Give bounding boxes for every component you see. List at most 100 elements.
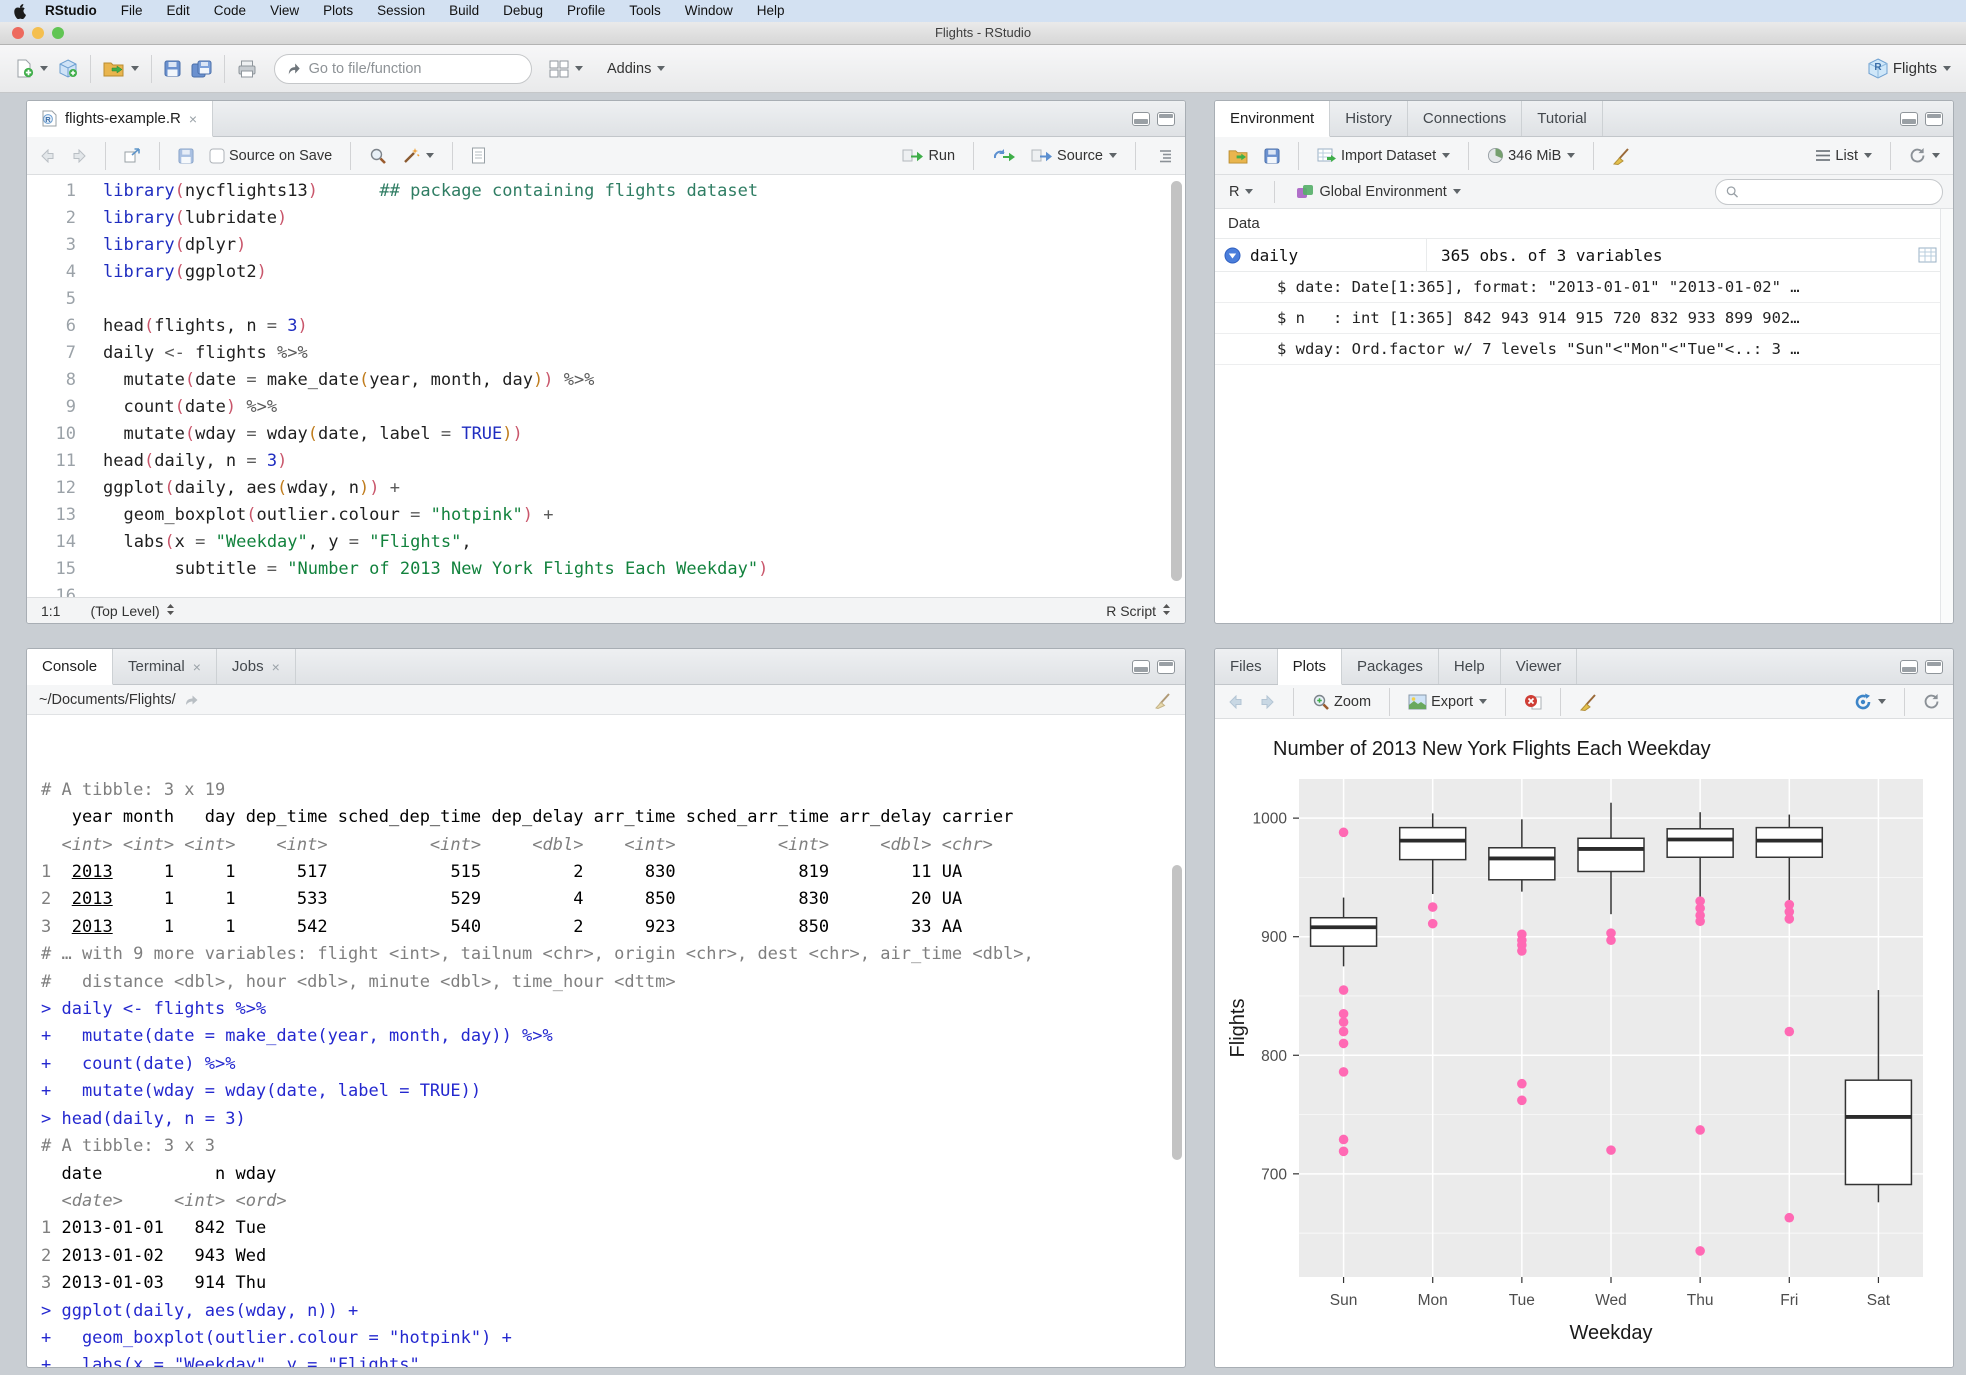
console-output[interactable]: # A tibble: 3 x 19 year month day dep_ti… — [27, 715, 1185, 1367]
menu-help[interactable]: Help — [745, 0, 797, 22]
forward-button[interactable] — [67, 146, 91, 166]
close-icon[interactable]: × — [193, 659, 201, 675]
menu-edit[interactable]: Edit — [155, 0, 202, 22]
menu-session[interactable]: Session — [365, 0, 437, 22]
code-line[interactable]: head(daily, n = 3) — [103, 448, 1185, 475]
environment-search-input[interactable] — [1744, 184, 1932, 199]
document-outline-button[interactable] — [1150, 146, 1176, 166]
load-workspace-button[interactable] — [1224, 145, 1253, 167]
close-icon[interactable]: × — [272, 659, 280, 675]
addins-button[interactable]: Addins — [602, 56, 670, 82]
env-field-row[interactable]: $ wday: Ord.factor w/ 7 levels "Sun"<"Mo… — [1215, 334, 1953, 365]
code-editor[interactable]: 1 2 3 4 5 6 7 8 9 10 11 12 13 14 15 16 library(nycfligh… — [27, 175, 1185, 597]
new-file-button[interactable] — [10, 54, 53, 83]
tab-history[interactable]: History — [1330, 101, 1408, 136]
code-line[interactable]: head(flights, n = 3) — [103, 313, 1185, 340]
find-replace-button[interactable] — [365, 144, 391, 168]
memory-usage-button[interactable]: 346 MiB — [1483, 144, 1579, 167]
env-field-row[interactable]: $ date: Date[1:365], format: "2013-01-01… — [1215, 272, 1953, 303]
code-line[interactable]: library(ggplot2) — [103, 259, 1185, 286]
menu-window[interactable]: Window — [673, 0, 745, 22]
open-in-new-window-button[interactable] — [120, 145, 145, 166]
menu-tools[interactable]: Tools — [617, 0, 673, 22]
run-button[interactable]: Run — [898, 145, 959, 167]
minimize-pane-icon[interactable] — [1900, 659, 1918, 674]
apple-icon[interactable] — [14, 3, 27, 19]
panes-layout-button[interactable] — [544, 55, 588, 83]
code-line[interactable]: geom_boxplot(outlier.colour = "hotpink")… — [103, 502, 1185, 529]
tab-tutorial[interactable]: Tutorial — [1522, 101, 1603, 136]
code-line[interactable] — [103, 286, 1185, 313]
code-line[interactable]: daily <- flights %>% — [103, 340, 1185, 367]
code-line[interactable]: mutate(date = make_date(year, month, day… — [103, 367, 1185, 394]
code-tools-button[interactable] — [398, 144, 438, 168]
console-scrollbar[interactable] — [1172, 865, 1182, 1160]
code-line[interactable]: library(nycflights13) ## package contain… — [103, 178, 1185, 205]
env-field-row[interactable]: $ n : int [1:365] 842 943 914 915 720 83… — [1215, 303, 1953, 334]
menu-debug[interactable]: Debug — [491, 0, 555, 22]
code-line[interactable]: count(date) %>% — [103, 394, 1185, 421]
source-on-save-checkbox[interactable]: Source on Save — [205, 145, 336, 167]
tab-files[interactable]: Files — [1215, 649, 1278, 684]
code-line[interactable]: labs(x = "Weekday", y = "Flights", — [103, 529, 1185, 556]
previous-plot-button[interactable] — [1224, 692, 1248, 712]
goto-file-input[interactable] — [308, 60, 519, 77]
tab-plots[interactable]: Plots — [1277, 649, 1343, 685]
remove-plot-button[interactable] — [1520, 690, 1546, 714]
save-button[interactable] — [159, 55, 186, 82]
open-file-button[interactable] — [98, 55, 144, 82]
code-line[interactable]: ggplot(daily, aes(wday, n)) + — [103, 475, 1185, 502]
language-selector[interactable]: R — [1225, 181, 1257, 203]
minimize-pane-icon[interactable] — [1900, 111, 1918, 126]
export-plot-button[interactable]: Export — [1404, 691, 1491, 713]
zoom-window-button[interactable] — [52, 27, 64, 39]
zoom-plot-button[interactable]: Zoom — [1308, 690, 1375, 714]
project-menu-button[interactable]: R Flights — [1862, 53, 1956, 84]
tab-environment[interactable]: Environment — [1215, 101, 1331, 137]
maximize-pane-icon[interactable] — [1157, 111, 1175, 126]
print-button[interactable] — [232, 55, 262, 83]
tab-terminal[interactable]: Terminal × — [113, 649, 217, 684]
publish-plot-button[interactable] — [1850, 690, 1890, 714]
source-button[interactable]: Source — [1027, 145, 1121, 167]
next-plot-button[interactable] — [1255, 692, 1279, 712]
code-line[interactable]: mutate(wday = wday(date, label = TRUE)) — [103, 421, 1185, 448]
clear-environment-button[interactable] — [1608, 144, 1635, 168]
environment-scope-selector[interactable]: Global Environment — [1292, 181, 1464, 203]
save-source-button[interactable] — [174, 145, 198, 167]
refresh-environment-button[interactable] — [1905, 144, 1944, 167]
tab-packages[interactable]: Packages — [1342, 649, 1439, 684]
goto-directory-icon[interactable] — [184, 693, 199, 706]
minimize-pane-icon[interactable] — [1132, 111, 1150, 126]
menu-rstudio[interactable]: RStudio — [33, 0, 109, 22]
clear-all-plots-button[interactable] — [1575, 690, 1602, 714]
editor-scrollbar[interactable] — [1171, 181, 1182, 581]
code-lines[interactable]: library(nycflights13) ## package contain… — [91, 175, 1185, 597]
close-window-button[interactable] — [12, 27, 24, 39]
tab-console[interactable]: Console — [27, 649, 114, 685]
tab-jobs[interactable]: Jobs × — [217, 649, 296, 684]
code-line[interactable]: library(dplyr) — [103, 232, 1185, 259]
compile-report-button[interactable] — [467, 144, 490, 167]
environment-object-row[interactable]: daily 365 obs. of 3 variables — [1215, 239, 1953, 272]
environment-scrollbar[interactable] — [1940, 209, 1953, 623]
back-button[interactable] — [36, 146, 60, 166]
code-line[interactable]: library(lubridate) — [103, 205, 1185, 232]
menu-plots[interactable]: Plots — [311, 0, 365, 22]
close-icon[interactable]: × — [189, 111, 197, 127]
view-data-grid-icon[interactable] — [1918, 247, 1937, 263]
maximize-pane-icon[interactable] — [1157, 659, 1175, 674]
menu-view[interactable]: View — [258, 0, 311, 22]
new-project-button[interactable] — [53, 54, 83, 83]
code-line[interactable] — [103, 583, 1185, 597]
expand-toggle-icon[interactable] — [1224, 247, 1241, 264]
import-dataset-button[interactable]: Import Dataset — [1313, 145, 1454, 167]
maximize-pane-icon[interactable] — [1925, 111, 1943, 126]
tab-viewer[interactable]: Viewer — [1501, 649, 1578, 684]
filetype-selector[interactable]: R Script — [1106, 603, 1171, 619]
tab-help[interactable]: Help — [1439, 649, 1501, 684]
maximize-pane-icon[interactable] — [1925, 659, 1943, 674]
tab-flights-example[interactable]: R flights-example.R × — [27, 101, 214, 137]
environment-search-box[interactable] — [1715, 178, 1943, 205]
save-all-button[interactable] — [186, 55, 217, 83]
